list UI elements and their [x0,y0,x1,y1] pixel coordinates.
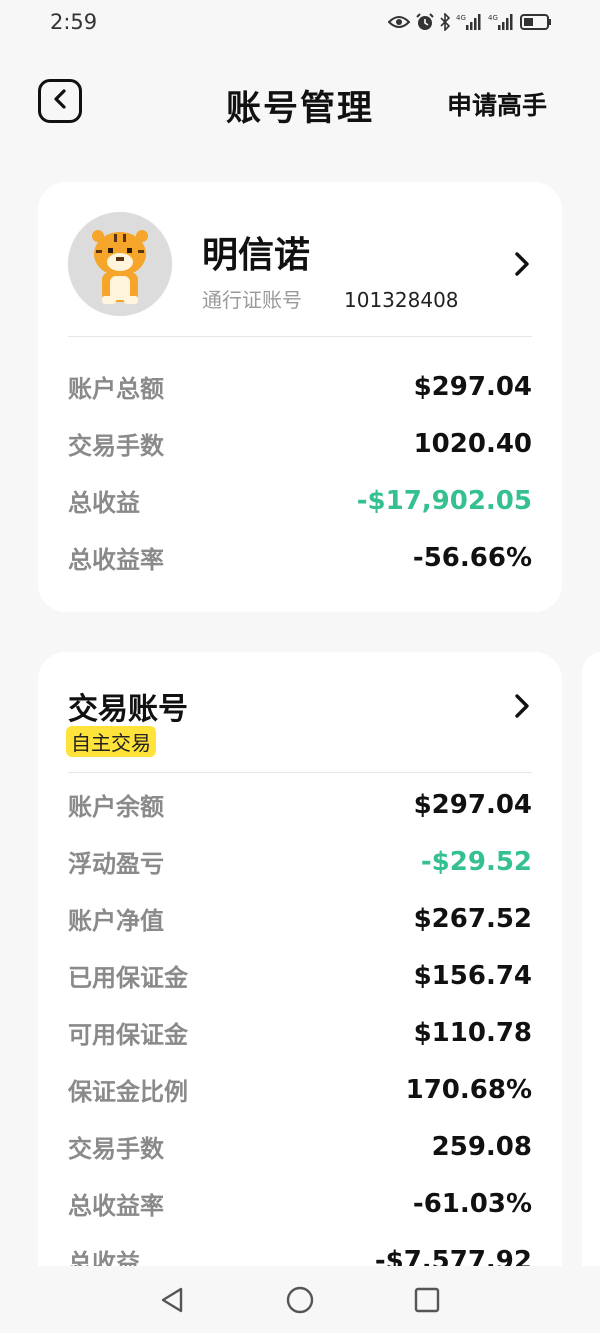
stat-row-margin-ratio: 保证金比例 170.68% [68,1061,532,1118]
trade-account-card[interactable]: 交易账号 自主交易 账户余额 $297.04 浮动盈亏 -$29.52 账户净值… [38,652,562,1292]
stat-value: 1020.40 [413,428,532,459]
tiger-avatar-icon [68,212,172,316]
stat-label: 浮动盈亏 [68,850,164,878]
trade-stats: 账户余额 $297.04 浮动盈亏 -$29.52 账户净值 $267.52 已… [68,776,532,1289]
stat-label: 可用保证金 [68,1021,188,1049]
system-nav-bar [0,1266,600,1333]
header: 账号管理 申请高手 [0,74,600,130]
battery-icon [520,14,552,30]
status-icons: 4G 4G [388,10,552,34]
signal-4g-icon: 4G [488,13,514,31]
profile-card[interactable]: 明信诺 通行证账号 101328408 账户总额 $297.04 交易手数 10… [38,182,562,612]
apply-expert-button[interactable]: 申请高手 [447,86,547,122]
stat-row-equity: 账户净值 $267.52 [68,890,532,947]
trade-account-title: 交易账号 [68,692,188,727]
stat-value: -$17,902.05 [356,485,532,516]
stat-row-total-amount: 账户总额 $297.04 [68,358,532,415]
stat-row-balance: 账户余额 $297.04 [68,776,532,833]
back-triangle-icon[interactable] [156,1284,188,1316]
divider [68,772,532,773]
eye-icon [388,15,410,29]
stat-label: 已用保证金 [68,964,188,992]
stat-row-lots: 交易手数 1020.40 [68,415,532,472]
passport-value: 101328408 [344,288,459,312]
stat-label: 账户余额 [68,793,164,821]
alarm-icon [416,13,434,31]
stat-value: -56.66% [412,542,532,573]
username: 明信诺 [202,235,311,276]
trade-mode-badge: 自主交易 [66,726,156,757]
stat-label: 账户净值 [68,907,164,935]
stat-value: $156.74 [413,960,532,991]
divider [68,336,532,337]
stat-row-floating-pnl: 浮动盈亏 -$29.52 [68,833,532,890]
stat-value: $297.04 [413,789,532,820]
home-circle-icon[interactable] [284,1284,316,1316]
stat-row-profit-rate: 总收益率 -61.03% [68,1175,532,1232]
stat-label: 总收益 [68,489,140,517]
stat-label: 总收益率 [68,546,164,574]
stat-row-free-margin: 可用保证金 $110.78 [68,1004,532,1061]
stat-label: 交易手数 [68,432,164,460]
stat-row-total-profit: 总收益 -$17,902.05 [68,472,532,529]
next-card-peek[interactable] [582,652,600,1292]
bluetooth-icon [440,13,450,31]
stat-value: $297.04 [413,371,532,402]
stat-row-lots: 交易手数 259.08 [68,1118,532,1175]
stat-value: $267.52 [413,903,532,934]
stat-label: 交易手数 [68,1135,164,1163]
stat-value: -$29.52 [420,846,532,877]
stat-value: -61.03% [412,1188,532,1219]
avatar [68,212,172,316]
stat-label: 总收益率 [68,1192,164,1220]
signal-4g-icon: 4G [456,13,482,31]
status-bar: 2:59 4G 4G [0,0,600,44]
stat-label: 保证金比例 [68,1078,188,1106]
passport-label: 通行证账号 [202,288,302,312]
chevron-right-icon[interactable] [508,250,536,278]
status-time: 2:59 [50,10,98,34]
stat-row-used-margin: 已用保证金 $156.74 [68,947,532,1004]
stat-label: 账户总额 [68,375,164,403]
profile-stats: 账户总额 $297.04 交易手数 1020.40 总收益 -$17,902.0… [68,358,532,586]
stat-value: 259.08 [431,1131,532,1162]
svg-text:4G: 4G [488,14,498,22]
stat-row-profit-rate: 总收益率 -56.66% [68,529,532,586]
stat-value: 170.68% [405,1074,532,1105]
recents-square-icon[interactable] [411,1284,443,1316]
svg-text:4G: 4G [456,14,466,22]
chevron-right-icon[interactable] [508,692,536,720]
stat-value: $110.78 [413,1017,532,1048]
